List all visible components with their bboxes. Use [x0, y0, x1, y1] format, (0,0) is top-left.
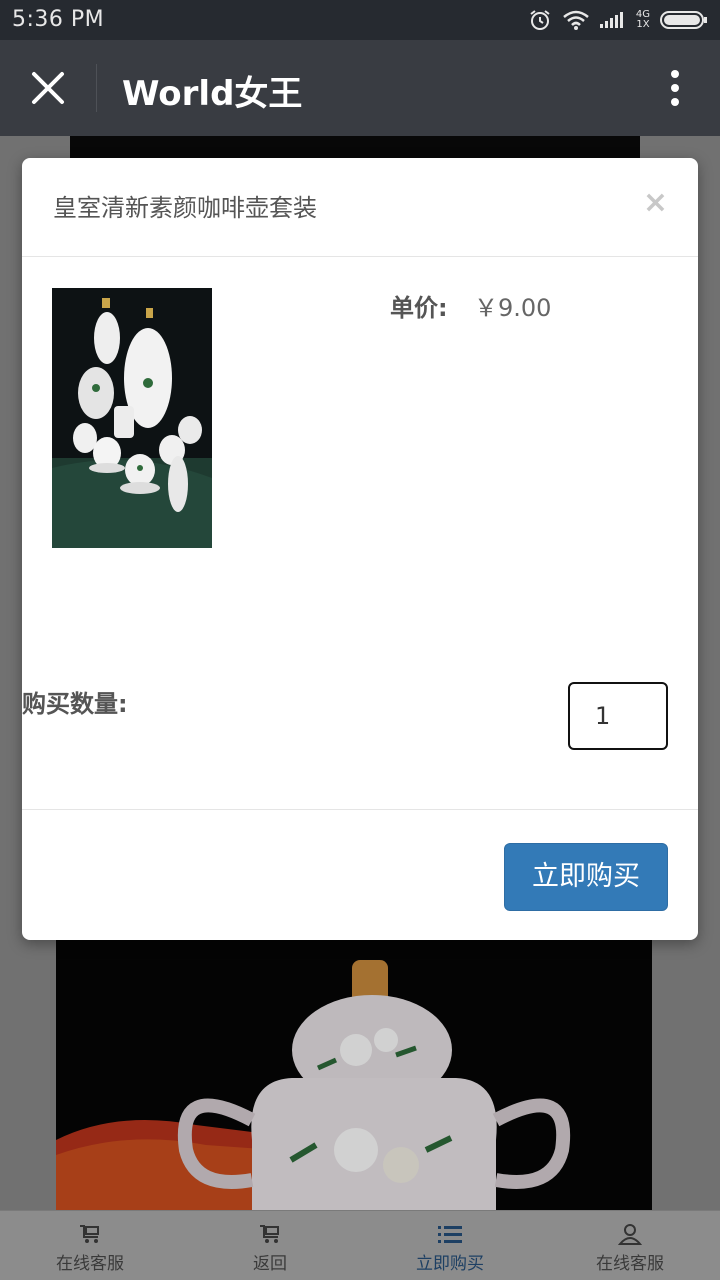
product-thumbnail	[52, 288, 212, 548]
nav-label: 返回	[253, 1254, 287, 1274]
modal-footer: 立即购买	[22, 809, 698, 940]
page-title: World女王	[122, 74, 303, 114]
nav-item-customer-service[interactable]: 在线客服	[0, 1211, 180, 1280]
quantity-label: 购买数量:	[22, 690, 128, 718]
modal-header: 皇室清新素颜咖啡壶套装 ×	[22, 158, 698, 257]
alarm-icon	[530, 10, 550, 30]
modal-title: 皇室清新素颜咖啡壶套装	[53, 194, 317, 222]
bottom-nav: 在线客服 返回 立即购买 在线客服	[0, 1210, 720, 1280]
quantity-input[interactable]	[568, 682, 668, 750]
wifi-icon	[563, 10, 589, 30]
cart-icon	[80, 1225, 99, 1243]
status-bar: 5:36 PM 4G 1X	[0, 0, 720, 40]
cart-icon	[260, 1225, 279, 1243]
list-icon	[438, 1226, 462, 1243]
unit-price-value: ￥9.00	[474, 294, 552, 322]
status-time: 5:36 PM	[12, 7, 105, 32]
network-1x: 1X	[636, 19, 650, 30]
network-type: 4G 1X	[636, 10, 650, 30]
title-divider	[96, 64, 97, 112]
status-icons: 4G 1X	[528, 8, 708, 32]
title-bar: World女王	[0, 40, 720, 136]
battery-icon	[660, 11, 707, 29]
unit-price-label: 单价:	[390, 294, 448, 322]
signal-icon	[599, 12, 623, 28]
nav-item-buy-now[interactable]: 立即购买	[360, 1211, 540, 1280]
nav-label: 在线客服	[56, 1254, 124, 1274]
more-options-icon[interactable]	[670, 68, 680, 108]
nav-label: 立即购买	[416, 1254, 484, 1274]
buy-now-button[interactable]: 立即购买	[504, 843, 668, 911]
nav-label: 在线客服	[596, 1254, 664, 1274]
modal-close-button[interactable]: ×	[643, 188, 668, 218]
user-icon	[618, 1224, 642, 1245]
nav-item-customer-service-2[interactable]: 在线客服	[540, 1211, 720, 1280]
purchase-modal: 皇室清新素颜咖啡壶套装 × 单价: ￥9.00 购买数量: 立即购买	[22, 158, 698, 940]
close-icon[interactable]	[28, 68, 68, 108]
nav-item-back[interactable]: 返回	[180, 1211, 360, 1280]
